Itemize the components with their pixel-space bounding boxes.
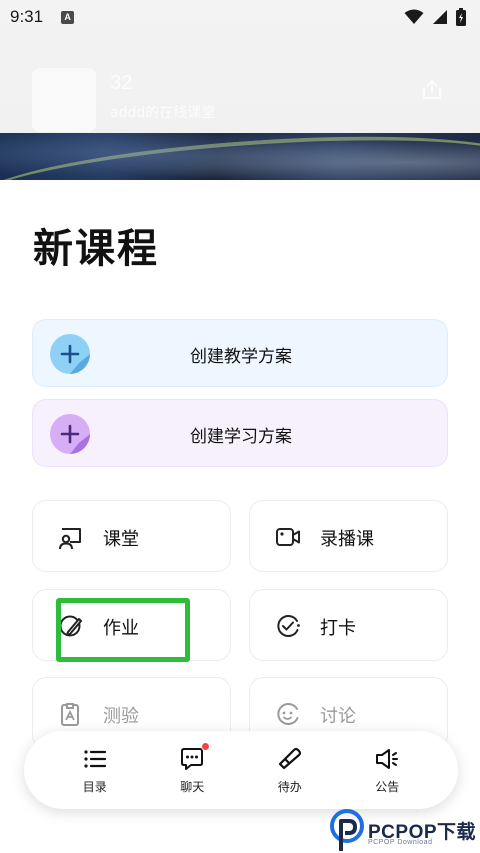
banner-image — [0, 133, 480, 182]
share-icon[interactable] — [420, 78, 444, 102]
page-title: 新课程 — [33, 226, 159, 272]
create-teaching-plan-button[interactable]: 创建教学方案 — [32, 319, 448, 387]
signal-icon — [433, 10, 447, 24]
tile-label: 测验 — [103, 706, 139, 727]
classroom-icon — [59, 528, 81, 550]
homework-pen-icon — [59, 615, 82, 637]
tile-label: 课堂 — [103, 529, 139, 550]
tile-homework[interactable]: 作业 — [32, 589, 231, 661]
status-time: 9:31 — [10, 7, 44, 26]
discussion-icon — [277, 703, 299, 725]
list-icon — [84, 749, 106, 768]
nav-label: 公告 — [375, 779, 400, 794]
course-code: 32 — [110, 72, 133, 94]
unread-badge — [201, 741, 211, 751]
tile-recorded-lesson[interactable]: 录播课 — [249, 500, 448, 572]
wifi-icon — [404, 9, 424, 24]
course-subtitle: addd的在线课堂 — [110, 105, 216, 121]
video-camera-icon — [276, 528, 300, 546]
nav-label: 聊天 — [180, 779, 205, 794]
notification-icon: A — [61, 10, 75, 24]
chat-icon — [179, 741, 211, 772]
tile-label: 录播课 — [320, 529, 374, 550]
plan-label: 创建学习方案 — [190, 427, 292, 447]
bottom-nav: 目录 聊天 待办 公告 — [24, 731, 458, 809]
announcement-icon — [376, 748, 399, 769]
nav-item-announcement[interactable]: 公告 — [352, 746, 422, 795]
watermark-subtitle: PCPOP Download — [368, 839, 433, 846]
nav-label: 目录 — [82, 779, 107, 794]
status-bar: 9:31 A — [0, 0, 480, 34]
tile-check-in[interactable]: 打卡 — [249, 589, 448, 661]
tile-label: 打卡 — [320, 618, 356, 639]
nav-item-catalog[interactable]: 目录 — [60, 746, 130, 795]
nav-item-chat[interactable]: 聊天 — [157, 741, 227, 795]
tile-label: 讨论 — [320, 706, 356, 727]
check-in-icon — [277, 615, 300, 637]
battery-icon — [456, 8, 466, 26]
watermark: PCPOP下载 PCPOP Download — [330, 809, 480, 853]
plan-label: 创建教学方案 — [190, 347, 292, 367]
tile-label: 作业 — [103, 618, 139, 639]
tile-classroom[interactable]: 课堂 — [32, 500, 231, 572]
course-thumbnail — [32, 68, 96, 132]
nav-label: 待办 — [277, 779, 302, 794]
nav-item-todo[interactable]: 待办 — [255, 746, 325, 795]
todo-icon — [278, 747, 301, 769]
create-learning-plan-button[interactable]: 创建学习方案 — [32, 399, 448, 467]
quiz-icon — [61, 703, 79, 726]
pcpop-logo-icon — [330, 809, 364, 851]
